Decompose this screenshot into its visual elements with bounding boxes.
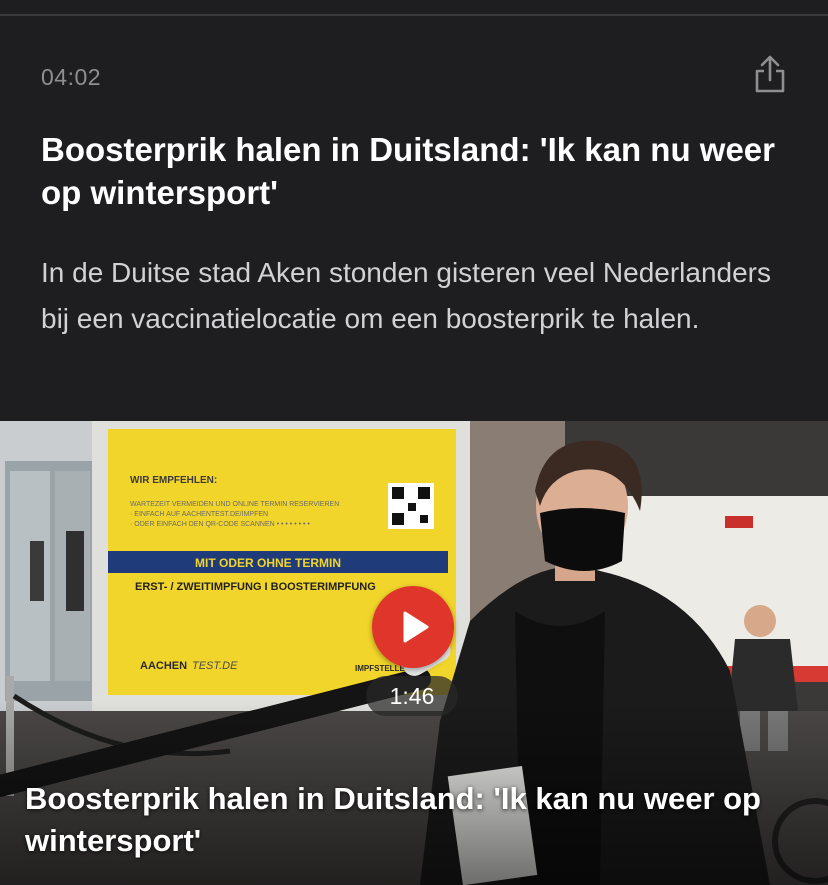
poster-line1: WARTEZEIT VERMEIDEN UND ONLINE TERMIN RE… [130, 501, 339, 508]
video-title: Boosterprik halen in Duitsland: 'Ik kan … [25, 781, 761, 858]
video-duration: 1:46 [366, 676, 458, 716]
share-button[interactable] [748, 52, 792, 96]
poster-line3: · ODER EINFACH DEN QR-CODE SCANNEN • • •… [130, 521, 310, 528]
top-divider [0, 14, 828, 16]
poster-heading: WIR EMPFEHLEN: [130, 475, 217, 486]
video-player[interactable]: WIR EMPFEHLEN: WARTEZEIT VERMEIDEN UND O… [0, 421, 828, 885]
poster-vaccines: ERST- / ZWEITIMPFUNG I BOOSTERIMPFUNG [135, 581, 376, 593]
article-headline[interactable]: Boosterprik halen in Duitsland: 'Ik kan … [41, 128, 781, 214]
poster-line2: · EINFACH AUF AACHENTEST.DE/IMPFEN [130, 511, 268, 518]
article-timestamp: 04:02 [41, 64, 102, 90]
play-icon [403, 611, 429, 643]
share-icon [755, 55, 785, 93]
article-summary: In de Duitse stad Aken stonden gisteren … [41, 257, 772, 334]
poster-brand-light: TEST.DE [192, 660, 238, 672]
poster-brand-bold: AACHEN [140, 660, 187, 672]
poster-band: MIT ODER OHNE TERMIN [195, 556, 341, 570]
play-button[interactable] [372, 586, 454, 668]
